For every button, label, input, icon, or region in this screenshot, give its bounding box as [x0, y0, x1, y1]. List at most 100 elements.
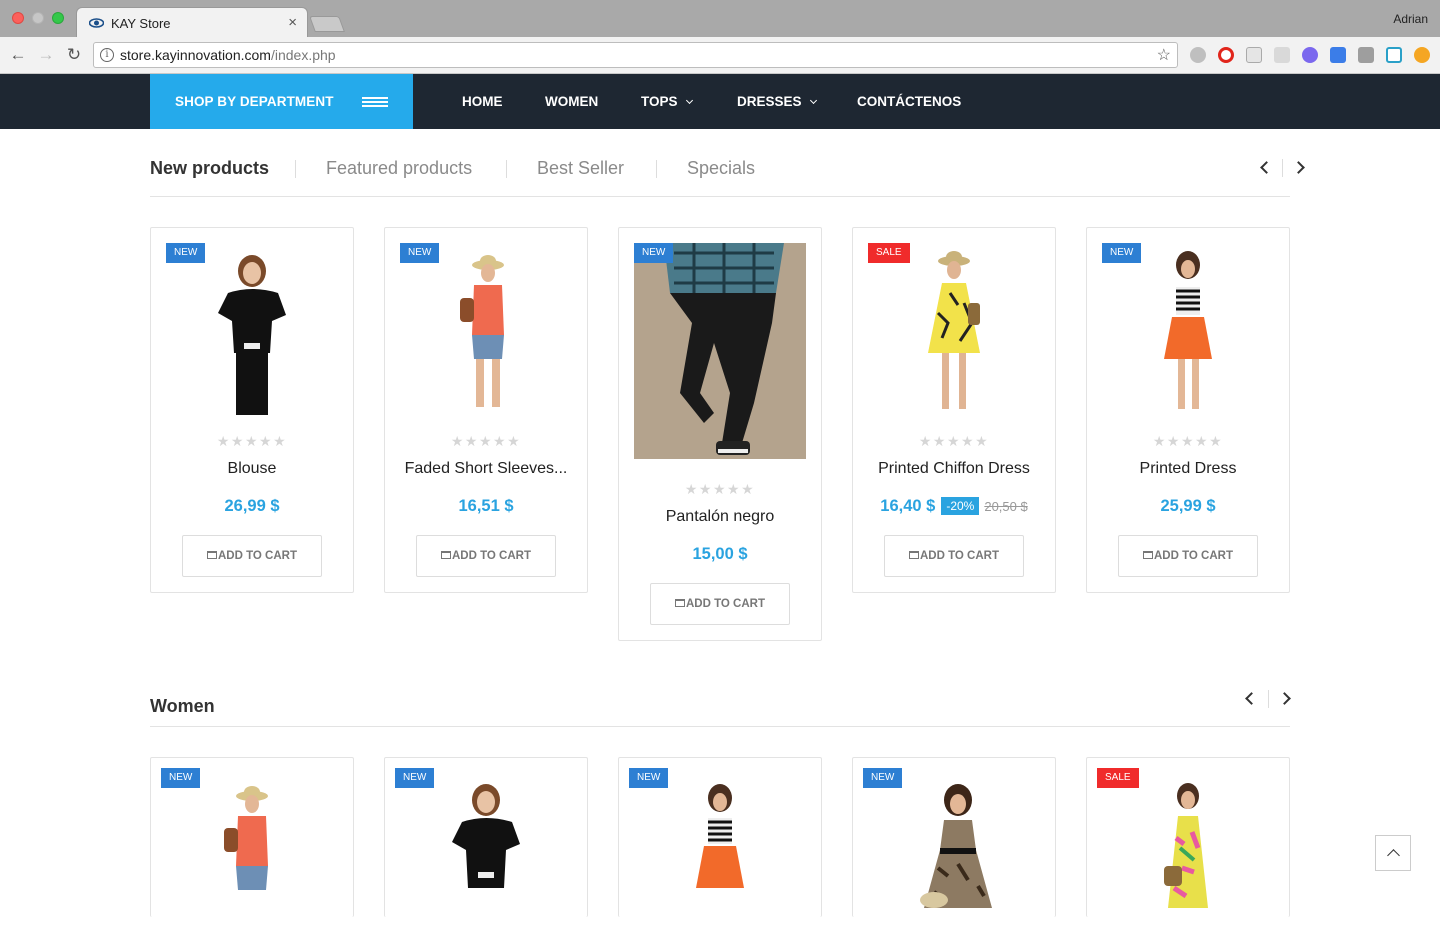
- women-section-header: Women: [150, 686, 1291, 727]
- product-price: 16,51 $: [458, 497, 514, 515]
- url-path: /index.php: [270, 47, 336, 63]
- bookmark-star-icon[interactable]: ☆: [1157, 45, 1171, 65]
- product-image[interactable]: [166, 243, 338, 415]
- product-card[interactable]: NEW: [618, 757, 822, 917]
- profile-name[interactable]: Adrian: [1393, 12, 1428, 26]
- note-extension-icon[interactable]: [1358, 47, 1374, 63]
- add-to-cart-button[interactable]: ADD TO CART: [1118, 535, 1258, 577]
- old-price: 20,50 $: [984, 499, 1028, 514]
- product-card[interactable]: NEW: [384, 757, 588, 917]
- product-card[interactable]: NEW ★★★★★ Pantalón negro 15,00 $ ADD TO …: [618, 227, 822, 641]
- nav-home[interactable]: HOME: [462, 94, 503, 109]
- product-name[interactable]: Printed Dress: [1087, 460, 1289, 478]
- product-card[interactable]: NEW: [150, 757, 354, 917]
- nav-dresses-label: DRESSES: [737, 94, 802, 109]
- product-image[interactable]: [868, 768, 1040, 940]
- product-image[interactable]: [1102, 243, 1274, 415]
- site-favicon-icon: [89, 18, 104, 28]
- back-arrow-icon[interactable]: ←: [8, 45, 28, 65]
- product-card[interactable]: SALE ★★★★★ Printed Chiffon Dress 16,40 $…: [852, 227, 1056, 593]
- add-to-cart-label: ADD TO CART: [451, 550, 531, 562]
- shield-extension-icon[interactable]: [1386, 47, 1402, 63]
- tab-close-icon[interactable]: ×: [288, 14, 297, 31]
- r-extension-icon[interactable]: [1302, 47, 1318, 63]
- product-card[interactable]: SALE: [1086, 757, 1290, 917]
- product-card[interactable]: NEW ★★★★★ Faded Short Sleeves... 16,51 $…: [384, 227, 588, 593]
- product-image[interactable]: [400, 768, 572, 940]
- tab-featured-products[interactable]: Featured products: [326, 158, 472, 179]
- rating-stars: ★★★★★: [918, 433, 990, 449]
- translate-extension-icon[interactable]: [1330, 47, 1346, 63]
- address-bar[interactable]: i store.kayinnovation.com/index.php ☆: [93, 42, 1178, 68]
- globe-extension-icon[interactable]: [1190, 47, 1206, 63]
- url-host: store.kayinnovation.com: [120, 47, 271, 63]
- product-image[interactable]: [634, 768, 806, 940]
- product-image[interactable]: [1102, 768, 1274, 940]
- product-image[interactable]: [634, 243, 806, 459]
- carousel-prev-icon[interactable]: [1260, 161, 1273, 174]
- cart-icon: [206, 551, 217, 559]
- price-row: 15,00 $: [619, 545, 821, 564]
- add-to-cart-button[interactable]: ADD TO CART: [416, 535, 556, 577]
- new-badge: NEW: [1102, 243, 1142, 263]
- opera-extension-icon[interactable]: [1218, 47, 1234, 63]
- product-image[interactable]: [400, 243, 572, 415]
- product-price: 15,00 $: [692, 545, 748, 563]
- new-badge: NEW: [634, 243, 674, 263]
- orange-extension-icon[interactable]: [1414, 47, 1430, 63]
- back-to-top-button[interactable]: [1375, 835, 1411, 871]
- product-price: 26,99 $: [224, 497, 280, 515]
- image-extension-icon[interactable]: [1274, 47, 1290, 63]
- nav-dresses[interactable]: DRESSES: [737, 94, 817, 109]
- product-name[interactable]: Printed Chiffon Dress: [853, 460, 1055, 478]
- tab-divider: [506, 160, 507, 178]
- chevron-up-icon: [1387, 849, 1400, 862]
- tab-specials[interactable]: Specials: [687, 158, 755, 179]
- product-name[interactable]: Faded Short Sleeves...: [385, 460, 587, 478]
- new-tab-button[interactable]: [309, 16, 345, 32]
- carousel-prev-icon[interactable]: [1245, 692, 1258, 705]
- product-image[interactable]: [166, 768, 338, 940]
- box-extension-icon[interactable]: [1246, 47, 1262, 63]
- nav-women[interactable]: WOMEN: [545, 94, 598, 109]
- shop-by-department-label: SHOP BY DEPARTMENT: [175, 94, 334, 109]
- shop-by-department-button[interactable]: SHOP BY DEPARTMENT: [150, 74, 413, 129]
- add-to-cart-button[interactable]: ADD TO CART: [650, 583, 790, 625]
- product-card[interactable]: NEW ★★★★★ Blouse 26,99 $ ADD TO CART: [150, 227, 354, 593]
- browser-tab[interactable]: KAY Store ×: [76, 7, 308, 38]
- sale-badge: SALE: [1097, 768, 1139, 788]
- nav-contact[interactable]: CONTÁCTENOS: [857, 94, 961, 109]
- product-price: 25,99 $: [1160, 497, 1216, 515]
- product-name[interactable]: Pantalón negro: [619, 508, 821, 526]
- product-image[interactable]: [868, 243, 1040, 415]
- carousel-next-icon[interactable]: [1292, 161, 1305, 174]
- reload-icon[interactable]: ↻: [64, 45, 84, 65]
- section-title: Women: [150, 696, 215, 716]
- add-to-cart-label: ADD TO CART: [217, 550, 297, 562]
- carousel-next-icon[interactable]: [1278, 692, 1291, 705]
- nav-tops-label: TOPS: [641, 94, 678, 109]
- minimize-window-button[interactable]: [32, 12, 44, 24]
- add-to-cart-button[interactable]: ADD TO CART: [182, 535, 322, 577]
- tab-new-products[interactable]: New products: [150, 158, 269, 179]
- nav-tops[interactable]: TOPS: [641, 94, 693, 109]
- product-name[interactable]: Blouse: [151, 460, 353, 478]
- rating-stars: ★★★★★: [216, 433, 288, 449]
- product-card[interactable]: NEW: [852, 757, 1056, 917]
- tab-best-seller[interactable]: Best Seller: [537, 158, 624, 179]
- add-to-cart-button[interactable]: ADD TO CART: [884, 535, 1024, 577]
- info-icon[interactable]: i: [100, 48, 114, 62]
- arrow-divider: [1282, 159, 1283, 177]
- close-window-button[interactable]: [12, 12, 24, 24]
- add-to-cart-label: ADD TO CART: [1153, 550, 1233, 562]
- forward-arrow-icon[interactable]: →: [36, 45, 56, 65]
- price-row: 16,40 $ -20% 20,50 $: [853, 497, 1055, 516]
- rating-stars: ★★★★★: [1152, 433, 1224, 449]
- cart-icon: [1142, 551, 1153, 559]
- price-row: 25,99 $: [1087, 497, 1289, 516]
- add-to-cart-label: ADD TO CART: [685, 598, 765, 610]
- new-badge: NEW: [166, 243, 206, 263]
- product-card[interactable]: NEW ★★★★★ Printed Dress 25,99 $ ADD TO C…: [1086, 227, 1290, 593]
- maximize-window-button[interactable]: [52, 12, 64, 24]
- url-text: store.kayinnovation.com/index.php: [120, 47, 336, 63]
